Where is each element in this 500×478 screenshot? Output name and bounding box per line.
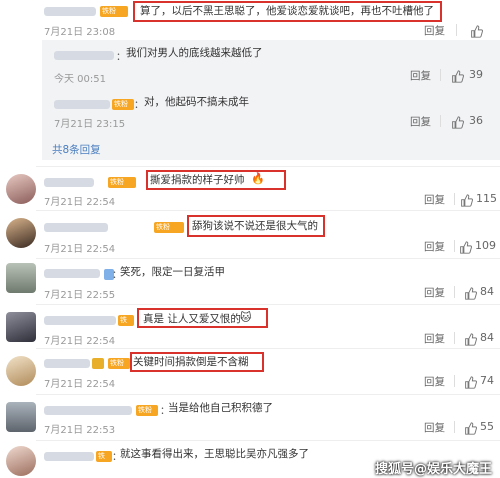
divider	[36, 210, 500, 211]
username-redacted[interactable]	[44, 406, 132, 415]
fan-badge: 铁粉	[100, 6, 128, 17]
thumbs-up-icon[interactable]	[451, 114, 464, 129]
comment-time: 7月21日 22:54	[44, 379, 116, 390]
sub-reply-text: 我们对男人的底线越来越低了	[126, 47, 263, 59]
reply-button[interactable]: 回复	[410, 68, 431, 83]
username-redacted[interactable]	[44, 7, 96, 16]
username-redacted[interactable]	[54, 51, 114, 60]
more-replies-link[interactable]: 共8条回复	[52, 142, 101, 157]
divider	[36, 348, 500, 349]
heart-badge	[92, 358, 104, 369]
username-redacted[interactable]	[44, 359, 90, 368]
comment-text: 笑死，限定一日复活甲	[120, 266, 225, 278]
thumbs-up-icon[interactable]	[464, 331, 477, 346]
username-redacted[interactable]	[54, 100, 110, 109]
separator	[454, 286, 455, 298]
separator	[440, 69, 441, 81]
comment-text: 关键时间捐款倒是不含糊	[133, 356, 249, 368]
fan-badge: 铁粉	[96, 451, 112, 471]
reply-button[interactable]: 回复	[424, 192, 445, 207]
comment-text: 真是 让人又爱又恨的	[143, 313, 241, 325]
like-count: 84	[480, 285, 494, 298]
reply-button[interactable]: 回复	[424, 23, 445, 38]
sub-reply-time: 今天 00:51	[54, 74, 106, 85]
fan-badge: 铁粉	[112, 99, 134, 110]
fan-badge: 铁粉	[118, 315, 134, 335]
fan-badge: 铁粉	[108, 358, 130, 369]
reply-button[interactable]: 回复	[424, 285, 445, 300]
thumbs-up-icon[interactable]	[451, 68, 464, 83]
fire-emoji: 🔥	[251, 172, 265, 185]
user-avatar[interactable]	[6, 402, 36, 432]
fan-badge: 铁粉	[108, 177, 136, 188]
user-avatar[interactable]	[6, 263, 36, 293]
fan-badge: 铁粉	[154, 222, 184, 233]
divider	[36, 166, 500, 167]
comment-text: 撕爱捐款的样子好帅	[150, 174, 245, 186]
comment-time: 7月21日 22:54	[44, 336, 116, 347]
comment-time: 7月21日 22:55	[44, 290, 116, 301]
like-count: 74	[480, 374, 494, 387]
like-count: 39	[469, 68, 483, 81]
comment-text: 舔狗该说不说还是很大气的	[192, 220, 318, 232]
user-avatar[interactable]	[6, 356, 36, 386]
thumbs-up-icon[interactable]	[464, 374, 477, 389]
username-redacted[interactable]	[44, 223, 108, 232]
comment-text: 算了，以后不黑王思聪了，他爱谈恋爱就谈吧，再也不吐槽他了	[140, 5, 434, 17]
like-count: 115	[476, 192, 497, 205]
separator	[440, 115, 441, 127]
thumbs-up-icon[interactable]	[459, 239, 472, 254]
like-count: 55	[480, 420, 494, 433]
reply-button[interactable]: 回复	[424, 374, 445, 389]
separator	[454, 421, 455, 433]
divider	[36, 440, 500, 441]
fan-badge: 铁粉	[136, 405, 158, 416]
watermark: 搜狐号@娱乐大魔王	[375, 462, 493, 477]
cat-emoji: 🐱	[240, 311, 252, 324]
thumbs-up-icon[interactable]	[460, 192, 473, 207]
comment-time: 7月21日 22:53	[44, 425, 116, 436]
sub-reply-time: 7月21日 23:15	[54, 119, 126, 130]
username-redacted[interactable]	[44, 452, 94, 461]
user-avatar[interactable]	[6, 446, 36, 476]
separator	[454, 193, 455, 205]
like-count: 36	[469, 114, 483, 127]
like-count: 84	[480, 331, 494, 344]
username-redacted[interactable]	[44, 178, 94, 187]
comment-text: 就这事看得出来，王思聪比吴亦凡强多了	[120, 448, 309, 460]
thumbs-up-icon[interactable]	[464, 285, 477, 300]
comment-time: 7月21日 23:08	[44, 27, 116, 38]
reply-button[interactable]: 回复	[410, 114, 431, 129]
like-count: 109	[475, 239, 496, 252]
thumbs-up-icon[interactable]	[470, 23, 483, 38]
divider	[36, 304, 500, 305]
username-redacted[interactable]	[44, 269, 100, 278]
separator	[454, 332, 455, 344]
reply-button[interactable]: 回复	[424, 331, 445, 346]
separator	[456, 24, 457, 36]
thumbs-up-icon[interactable]	[464, 420, 477, 435]
user-avatar[interactable]	[6, 312, 36, 342]
user-avatar[interactable]	[6, 174, 36, 204]
username-redacted[interactable]	[44, 316, 116, 325]
colon: ：	[134, 100, 144, 111]
comment-text: 当是给他自己积积德了	[168, 402, 273, 414]
colon: ：	[116, 52, 126, 63]
reply-button[interactable]: 回复	[424, 239, 445, 254]
comment-time: 7月21日 22:54	[44, 197, 116, 208]
divider	[36, 394, 500, 395]
separator	[454, 240, 455, 252]
divider	[36, 258, 500, 259]
sub-reply-text: 对，他起码不搞未成年	[144, 96, 249, 108]
reply-button[interactable]: 回复	[424, 420, 445, 435]
separator	[454, 375, 455, 387]
user-avatar[interactable]	[6, 218, 36, 248]
comment-time: 7月21日 22:54	[44, 244, 116, 255]
